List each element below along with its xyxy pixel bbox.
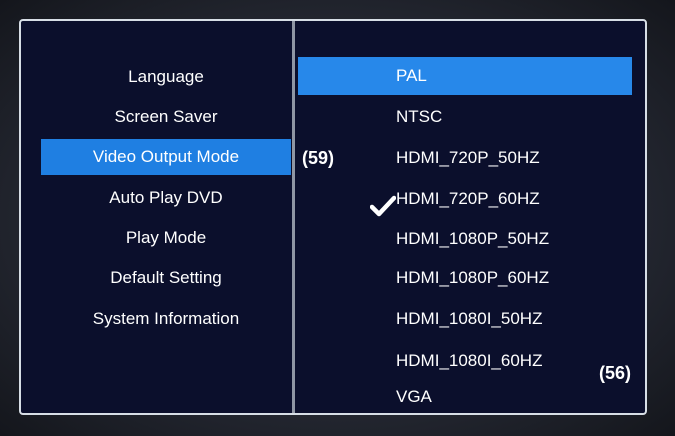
option-hdmi-720p-60hz[interactable]: HDMI_720P_60HZ xyxy=(298,180,632,218)
tv-bezel: Language Screen Saver Video Output Mode … xyxy=(0,0,675,436)
annotation-left: (59) xyxy=(302,148,335,168)
menu-item-screen-saver[interactable]: Screen Saver xyxy=(41,99,291,135)
option-hdmi-1080p-60hz[interactable]: HDMI_1080P_60HZ xyxy=(298,259,632,297)
settings-screen: Language Screen Saver Video Output Mode … xyxy=(19,19,647,415)
menu-item-language[interactable]: Language xyxy=(41,59,291,95)
menu-item-system-information[interactable]: System Information xyxy=(41,301,291,337)
checkmark-icon xyxy=(370,195,396,217)
menu-item-default-setting[interactable]: Default Setting xyxy=(41,260,291,296)
option-ntsc[interactable]: NTSC xyxy=(298,98,632,136)
menu-item-video-output-mode[interactable]: Video Output Mode xyxy=(41,139,291,175)
menu-divider xyxy=(292,21,295,413)
option-hdmi-1080i-60hz[interactable]: HDMI_1080I_60HZ xyxy=(298,342,632,380)
annotation-right: (56) xyxy=(599,363,632,383)
option-hdmi-1080i-50hz[interactable]: HDMI_1080I_50HZ xyxy=(298,300,632,338)
option-hdmi-1080p-50hz[interactable]: HDMI_1080P_50HZ xyxy=(298,220,632,258)
option-vga[interactable]: VGA xyxy=(298,378,632,413)
option-pal[interactable]: PAL xyxy=(298,57,632,95)
option-hdmi-720p-50hz[interactable]: HDMI_720P_50HZ xyxy=(298,139,632,177)
menu-item-play-mode[interactable]: Play Mode xyxy=(41,220,291,256)
menu-item-auto-play-dvd[interactable]: Auto Play DVD xyxy=(41,180,291,216)
